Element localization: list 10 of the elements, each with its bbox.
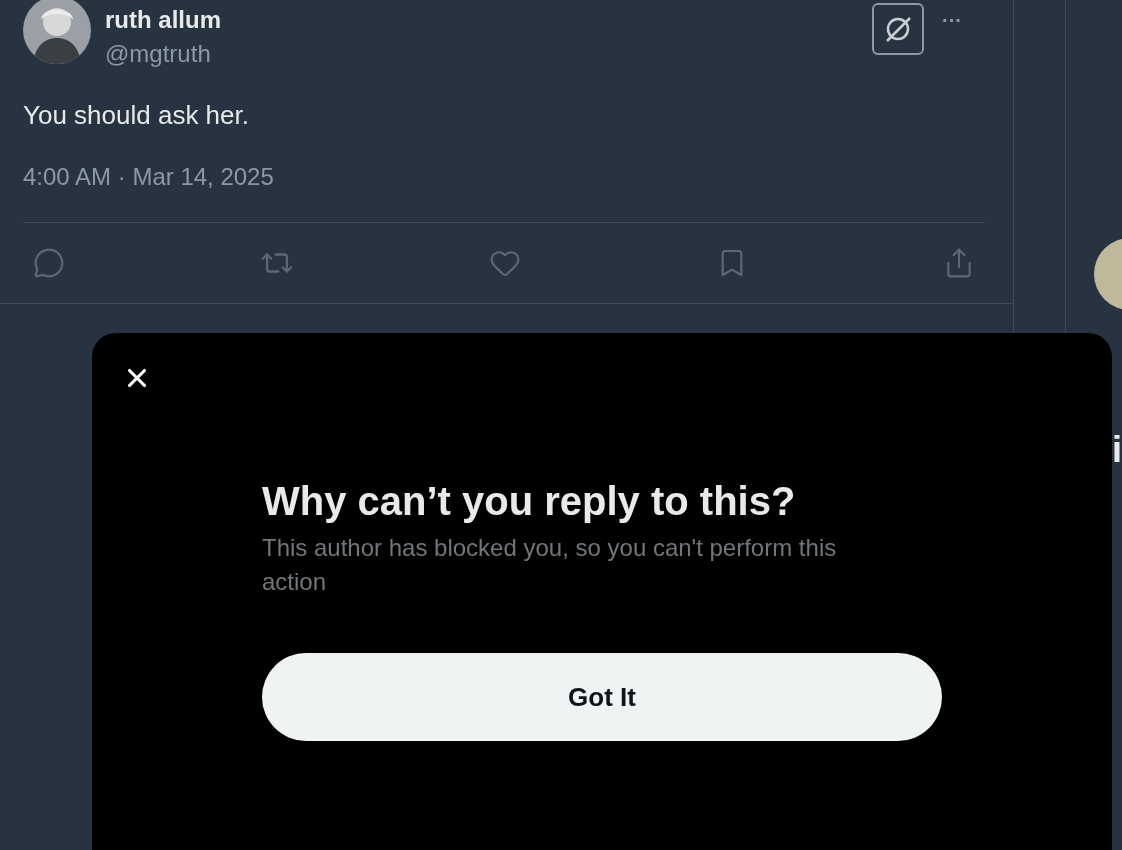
tweet-timestamp[interactable]: 4:00 AM · Mar 14, 2025	[23, 162, 990, 192]
reply-icon[interactable]	[33, 247, 65, 279]
grok-button[interactable]	[872, 3, 924, 55]
more-button[interactable]: ···	[942, 10, 962, 30]
got-it-button[interactable]: Got It	[262, 653, 942, 741]
tweet-text: You should ask her.	[23, 99, 250, 132]
dialog-title: Why can’t you reply to this?	[262, 478, 797, 525]
author-handle[interactable]: @mgtruth	[105, 40, 221, 68]
dialog-message: This author has blocked you, so you can't perform this action	[262, 533, 838, 597]
author-name[interactable]: ruth allum	[105, 0, 221, 40]
